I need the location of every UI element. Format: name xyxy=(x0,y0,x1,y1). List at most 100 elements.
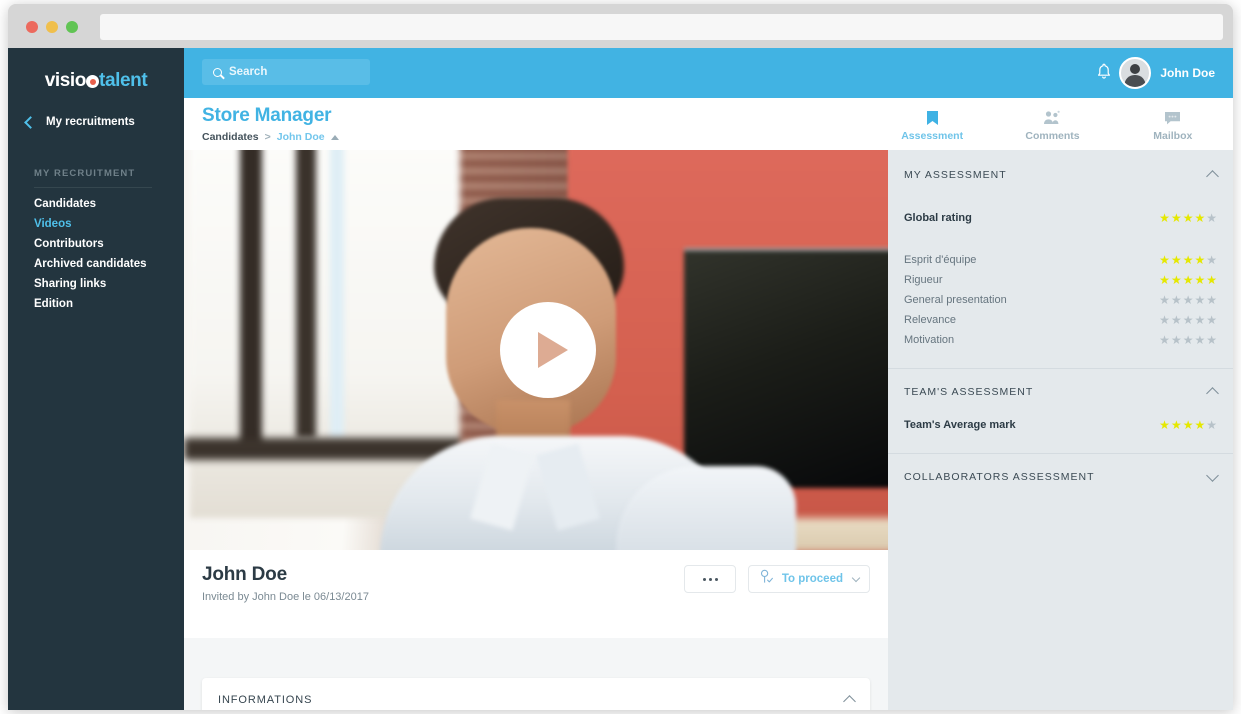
back-link-label: My recruitments xyxy=(46,116,135,128)
rating-label: Motivation xyxy=(904,334,955,346)
star-icon[interactable]: ★ xyxy=(1183,294,1194,306)
sidebar-item-edition[interactable]: Edition xyxy=(8,294,184,314)
window-minimize-button[interactable] xyxy=(46,21,58,33)
star-rating[interactable]: ★ ★ ★ ★ ★ xyxy=(1159,294,1217,306)
bell-icon[interactable] xyxy=(1097,63,1111,81)
star-rating[interactable]: ★ ★ ★ ★ ★ xyxy=(1159,334,1217,346)
bookmark-icon xyxy=(926,110,939,125)
star-icon[interactable]: ★ xyxy=(1183,212,1194,224)
window-zoom-button[interactable] xyxy=(66,21,78,33)
star-icon[interactable]: ★ xyxy=(1159,274,1170,286)
candidate-video-player[interactable] xyxy=(184,150,888,550)
chevron-up-icon[interactable] xyxy=(1206,387,1219,400)
star-icon[interactable]: ★ xyxy=(1194,419,1205,431)
section-collaborators-assessment-header[interactable]: COLLABORATORS ASSESSMENT xyxy=(888,460,1233,494)
star-rating[interactable]: ★ ★ ★ ★ ★ xyxy=(1159,274,1217,286)
window-close-button[interactable] xyxy=(26,21,38,33)
star-icon[interactable]: ★ xyxy=(1159,212,1170,224)
rating-row-esprit-dequipe[interactable]: Esprit d'équipe ★ ★ ★ ★ ★ xyxy=(888,250,1233,270)
star-icon[interactable]: ★ xyxy=(1159,314,1170,326)
star-icon[interactable]: ★ xyxy=(1183,314,1194,326)
chevron-up-icon[interactable] xyxy=(843,695,856,708)
tab-comments[interactable]: Comments xyxy=(992,98,1112,150)
search-icon xyxy=(213,67,222,77)
rating-row-teams-average-mark[interactable]: Team's Average mark ★ ★ ★ ★ ★ xyxy=(888,415,1233,435)
breadcrumb-separator: > xyxy=(264,131,271,143)
star-icon[interactable]: ★ xyxy=(1171,314,1182,326)
breadcrumb-current[interactable]: John Doe xyxy=(277,131,325,143)
star-icon[interactable]: ★ xyxy=(1206,254,1217,266)
application-viewport: visio talent My recruitments MY RECRUITME… xyxy=(8,48,1233,710)
star-icon[interactable]: ★ xyxy=(1171,254,1182,266)
star-icon[interactable]: ★ xyxy=(1194,314,1205,326)
section-title: COLLABORATORS ASSESSMENT xyxy=(904,471,1095,483)
tab-label: Mailbox xyxy=(1153,130,1193,142)
star-icon[interactable]: ★ xyxy=(1194,334,1205,346)
star-icon[interactable]: ★ xyxy=(1159,419,1170,431)
rating-label: Esprit d'équipe xyxy=(904,254,977,266)
sidebar-item-contributors[interactable]: Contributors xyxy=(8,234,184,254)
page-header: Store Manager Candidates > John Doe Asse… xyxy=(184,98,1233,150)
play-icon[interactable] xyxy=(500,302,596,398)
star-icon[interactable]: ★ xyxy=(1171,294,1182,306)
star-icon[interactable]: ★ xyxy=(1194,294,1205,306)
rating-row-global-rating[interactable]: Global rating ★ ★ ★ ★ ★ xyxy=(888,208,1233,228)
star-icon[interactable]: ★ xyxy=(1171,212,1182,224)
star-rating[interactable]: ★ ★ ★ ★ ★ xyxy=(1159,254,1217,266)
back-to-my-recruitments-link[interactable]: My recruitments xyxy=(24,115,135,129)
star-icon[interactable]: ★ xyxy=(1159,254,1170,266)
chevron-down-icon[interactable] xyxy=(1206,468,1219,482)
star-icon[interactable]: ★ xyxy=(1206,419,1217,431)
tab-mailbox[interactable]: Mailbox xyxy=(1113,98,1233,150)
avatar xyxy=(1119,57,1152,89)
star-icon[interactable]: ★ xyxy=(1159,294,1170,306)
candidate-status-dropdown[interactable]: To proceed xyxy=(747,565,870,593)
star-icon[interactable]: ★ xyxy=(1206,334,1217,346)
more-options-button[interactable] xyxy=(684,565,736,593)
star-rating[interactable]: ★ ★ ★ ★ ★ xyxy=(1159,314,1217,326)
section-my-assessment-header[interactable]: MY ASSESSMENT xyxy=(888,158,1233,192)
star-icon[interactable]: ★ xyxy=(1194,274,1205,286)
browser-url-bar[interactable] xyxy=(100,14,1223,40)
star-icon[interactable]: ★ xyxy=(1159,334,1170,346)
star-icon[interactable]: ★ xyxy=(1171,274,1182,286)
star-icon[interactable]: ★ xyxy=(1206,294,1217,306)
star-icon[interactable]: ★ xyxy=(1206,314,1217,326)
rating-row-motivation[interactable]: Motivation ★ ★ ★ ★ ★ xyxy=(888,330,1233,350)
rating-label: Relevance xyxy=(904,314,956,326)
candidate-name: John Doe xyxy=(202,564,287,585)
star-icon[interactable]: ★ xyxy=(1206,212,1217,224)
star-icon[interactable]: ★ xyxy=(1183,274,1194,286)
star-icon[interactable]: ★ xyxy=(1194,254,1205,266)
breadcrumb-candidates[interactable]: Candidates xyxy=(202,131,259,143)
app-logo[interactable]: visio talent xyxy=(8,70,184,92)
star-icon[interactable]: ★ xyxy=(1171,419,1182,431)
search-input[interactable]: Search xyxy=(202,59,370,85)
user-menu[interactable]: John Doe xyxy=(1119,57,1215,89)
star-icon[interactable]: ★ xyxy=(1183,254,1194,266)
section-title: TEAM'S ASSESSMENT xyxy=(904,386,1034,398)
tab-assessment[interactable]: Assessment xyxy=(872,98,992,150)
sidebar-item-videos[interactable]: Videos xyxy=(8,214,184,234)
section-teams-assessment-header[interactable]: TEAM'S ASSESSMENT xyxy=(888,375,1233,409)
sidebar-item-label: Candidates xyxy=(34,198,96,210)
star-rating[interactable]: ★ ★ ★ ★ ★ xyxy=(1159,212,1217,224)
rating-row-general-presentation[interactable]: General presentation ★ ★ ★ ★ ★ xyxy=(888,290,1233,310)
assessment-panel: MY ASSESSMENT Global rating ★ ★ ★ ★ ★ Esprit… xyxy=(888,150,1233,710)
sidebar-item-sharing-links[interactable]: Sharing links xyxy=(8,274,184,294)
star-icon[interactable]: ★ xyxy=(1183,334,1194,346)
star-rating[interactable]: ★ ★ ★ ★ ★ xyxy=(1159,419,1217,431)
star-icon[interactable]: ★ xyxy=(1183,419,1194,431)
caret-up-icon[interactable] xyxy=(330,134,339,140)
star-icon[interactable]: ★ xyxy=(1206,274,1217,286)
star-icon[interactable]: ★ xyxy=(1194,212,1205,224)
candidate-invited-info: Invited by John Doe le 06/13/2017 xyxy=(202,591,369,603)
rating-label: Rigueur xyxy=(904,274,943,286)
star-icon[interactable]: ★ xyxy=(1171,334,1182,346)
chevron-up-icon[interactable] xyxy=(1206,170,1219,183)
sidebar-item-candidates[interactable]: Candidates xyxy=(8,194,184,214)
rating-row-relevance[interactable]: Relevance ★ ★ ★ ★ ★ xyxy=(888,310,1233,330)
sidebar-item-archived-candidates[interactable]: Archived candidates xyxy=(8,254,184,274)
logo-text-talent: talent xyxy=(99,70,148,91)
rating-row-rigueur[interactable]: Rigueur ★ ★ ★ ★ ★ xyxy=(888,270,1233,290)
